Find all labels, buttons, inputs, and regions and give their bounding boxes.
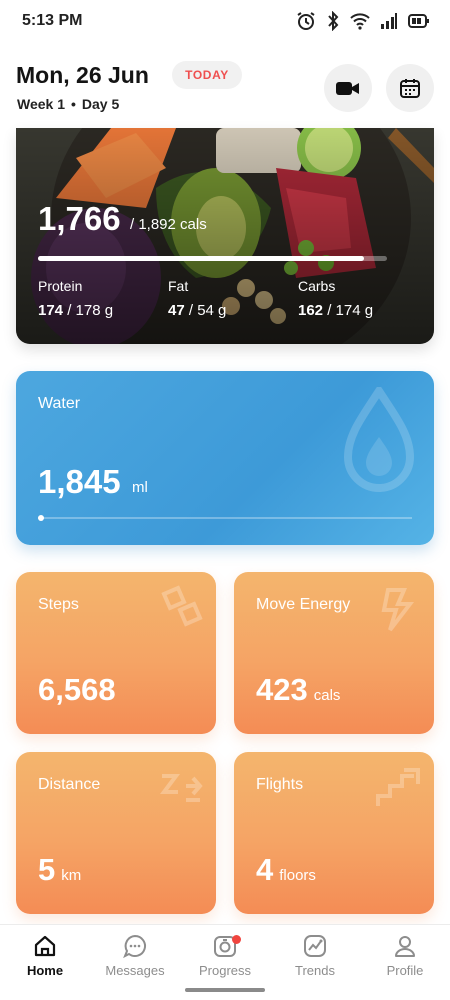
header: Mon, 26 Jun TODAY Week 1 • Day 5 [0,56,450,120]
nav-messages-label: Messages [105,963,165,978]
chat-icon [123,934,146,959]
battery-icon [408,14,429,28]
bluetooth-icon [328,11,339,31]
move-energy-card[interactable]: Move Energy 423 cals [234,572,434,734]
calendar-button[interactable] [386,64,434,112]
water-progress-handle[interactable] [38,515,44,521]
alarm-icon [297,12,315,30]
distance-value: 5 km [38,852,81,888]
macro-label: Fat [168,278,189,294]
home-icon [34,935,56,957]
status-bar: 5:13 PM [0,0,450,44]
home-indicator [185,988,265,992]
week-day-label: Week 1 • Day 5 [17,96,119,112]
notification-dot [232,935,241,944]
distance-unit: km [61,867,82,884]
calories-card[interactable]: 1,766 / 1,892 cals Protein 174 / 178 g F… [16,128,434,344]
steps-card[interactable]: Steps 6,568 [16,572,216,734]
macro-value: 174 [38,302,64,319]
day-label: Day 5 [81,96,120,112]
calories-progress-track [38,256,387,261]
macro-value: 47 [168,302,185,319]
signal-icon [381,13,397,29]
water-title: Water [38,395,81,412]
macro-goal: / 178 g [63,302,114,319]
nav-progress-label: Progress [198,963,252,978]
water-value: 1,845 [38,463,121,500]
calendar-icon [400,79,420,98]
separator-dot: • [71,96,76,112]
week-label: Week 1 [17,96,65,112]
today-badge[interactable]: TODAY [172,61,242,89]
steps-number: 6,568 [38,672,116,707]
flights-title: Flights [256,776,304,793]
calories-goal: / 1,892 cals [130,216,207,233]
profile-icon [395,936,415,957]
nav-home-label: Home [26,963,64,978]
macro-goal: / 54 g [184,302,227,319]
nav-profile[interactable]: Profile [360,933,450,978]
trends-icon [304,935,326,957]
move-energy-value: 423 cals [256,672,340,708]
water-progress-track [38,517,412,519]
macro-protein: Protein 174 / 178 g [38,278,113,320]
distance-icon [160,774,203,802]
macro-label: Carbs [298,278,336,294]
steps-value: 6,568 [38,672,116,708]
lightning-icon [381,588,415,632]
water-unit: ml [132,479,148,496]
move-energy-title: Move Energy [256,596,351,613]
video-button[interactable] [324,64,372,112]
steps-icon [161,585,203,627]
date-title: Mon, 26 Jun [16,62,149,88]
calories-progress-fill [38,256,364,261]
flights-value: 4 floors [256,852,316,888]
video-camera-icon [336,82,359,95]
macro-carbs: Carbs 162 / 174 g [298,278,373,320]
nav-messages[interactable]: Messages [90,933,180,978]
steps-title: Steps [38,596,79,613]
flights-number: 4 [256,852,274,887]
macro-fat: Fat 47 / 54 g [168,278,226,320]
flights-unit: floors [279,867,316,884]
macro-value: 162 [298,302,324,319]
distance-title: Distance [38,776,101,793]
nav-trends-label: Trends [295,963,335,978]
calories-consumed: 1,766 [38,200,121,237]
nav-home[interactable]: Home [0,933,90,978]
water-card[interactable]: Water 1,845 ml [16,371,434,545]
nav-progress[interactable]: Progress [180,933,270,978]
distance-number: 5 [38,852,56,887]
move-energy-number: 423 [256,672,308,707]
flights-card[interactable]: Flights 4 floors [234,752,434,914]
move-energy-unit: cals [313,687,341,704]
status-icons [296,11,430,31]
water-drop-icon [343,387,415,492]
macro-goal: / 174 g [323,302,374,319]
macro-label: Protein [38,278,83,294]
stairs-icon [376,768,420,806]
nav-profile-label: Profile [386,963,424,978]
distance-card[interactable]: Distance 5 km [16,752,216,914]
nav-trends[interactable]: Trends [270,933,360,978]
status-time: 5:13 PM [22,12,83,29]
wifi-icon [350,13,370,30]
